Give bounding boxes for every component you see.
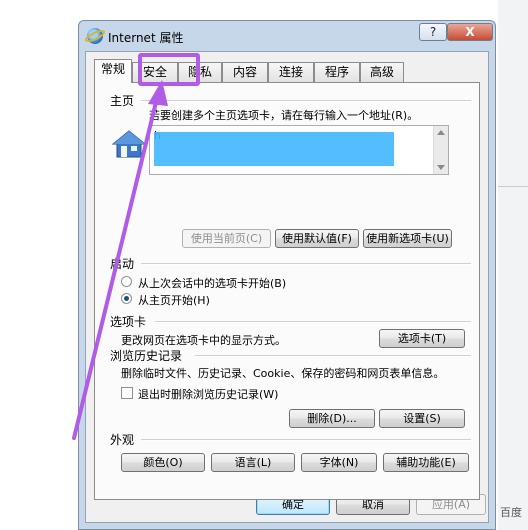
- security-tab-highlight: [138, 53, 200, 86]
- annotation-arrow: [72, 80, 168, 440]
